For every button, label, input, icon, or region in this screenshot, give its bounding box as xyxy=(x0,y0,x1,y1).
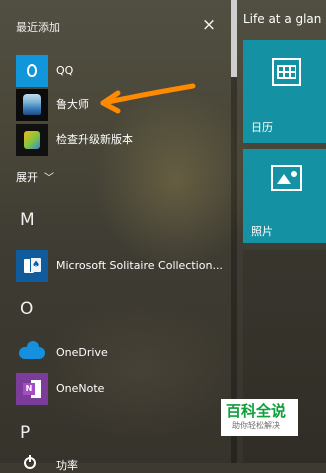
expand-button[interactable]: 展开 ﹀ xyxy=(16,169,54,187)
app-label-update: 检查升级新版本 xyxy=(56,133,133,146)
app-item-power-partial[interactable]: 功率 xyxy=(0,450,230,472)
calendar-tile-label: 日历 xyxy=(251,121,273,134)
watermark-sub-text: 助你轻松解决 xyxy=(232,421,280,430)
photos-tile[interactable]: 照片 xyxy=(243,149,326,243)
qq-penguin-icon xyxy=(27,64,37,77)
app-label-onedrive: OneDrive xyxy=(56,346,108,359)
app-label-qq: QQ xyxy=(56,64,74,77)
letter-header-p[interactable]: P xyxy=(20,422,44,444)
update-icon xyxy=(16,124,48,156)
photos-tile-label: 照片 xyxy=(251,225,273,238)
app-item-onedrive[interactable]: OneDrive xyxy=(0,336,230,370)
spade-icon: ♠ xyxy=(32,260,41,270)
calendar-tile[interactable]: 日历 xyxy=(243,40,326,143)
app-item-ludashi[interactable]: 鲁大师 xyxy=(0,88,230,122)
solitaire-icon: ♠ xyxy=(16,250,48,282)
app-label-onenote: OneNote xyxy=(56,382,105,395)
photos-icon xyxy=(271,165,302,191)
onenote-badge-icon: N xyxy=(23,383,35,395)
app-item-update[interactable]: 检查升级新版本 xyxy=(0,123,230,157)
qq-icon xyxy=(16,55,48,87)
app-item-qq[interactable]: QQ xyxy=(0,54,230,88)
ludashi-figure-icon xyxy=(23,94,41,115)
app-label-power: 功率 xyxy=(56,459,78,472)
expand-label: 展开 xyxy=(16,171,38,184)
chevron-down-icon: ﹀ xyxy=(44,173,54,184)
cloud-icon xyxy=(19,341,45,359)
vertical-scrollbar[interactable] xyxy=(231,0,237,463)
update-shield-icon xyxy=(24,131,40,149)
app-item-solitaire[interactable]: ♠ Microsoft Solitaire Collection... xyxy=(0,249,230,283)
watermark-badge: 百科全说 助你轻松解决 xyxy=(221,399,298,436)
live-tiles-heading: Life at a glan xyxy=(243,12,322,26)
ludashi-icon xyxy=(16,89,48,121)
letter-header-o[interactable]: O xyxy=(20,298,44,320)
onenote-icon: N xyxy=(16,373,48,405)
watermark-main-text: 百科全说 xyxy=(226,402,287,420)
calendar-icon xyxy=(272,58,301,86)
app-label-ludashi: 鲁大师 xyxy=(56,98,89,111)
start-menu: 最近添加 × QQ 鲁大师 检查升级新版本 展开 ﹀ M ♠ Microsoft… xyxy=(0,0,326,472)
recently-added-heading: 最近添加 xyxy=(16,21,60,34)
app-label-solitaire: Microsoft Solitaire Collection... xyxy=(56,259,223,272)
close-icon[interactable]: × xyxy=(200,16,218,34)
onedrive-icon xyxy=(16,337,48,369)
power-icon xyxy=(24,455,36,469)
letter-header-m[interactable]: M xyxy=(20,209,44,231)
scrollbar-thumb[interactable] xyxy=(231,0,237,77)
app-item-onenote[interactable]: N OneNote xyxy=(0,372,230,406)
app-list: 最近添加 × QQ 鲁大师 检查升级新版本 展开 ﹀ M ♠ Microsoft… xyxy=(0,0,230,472)
